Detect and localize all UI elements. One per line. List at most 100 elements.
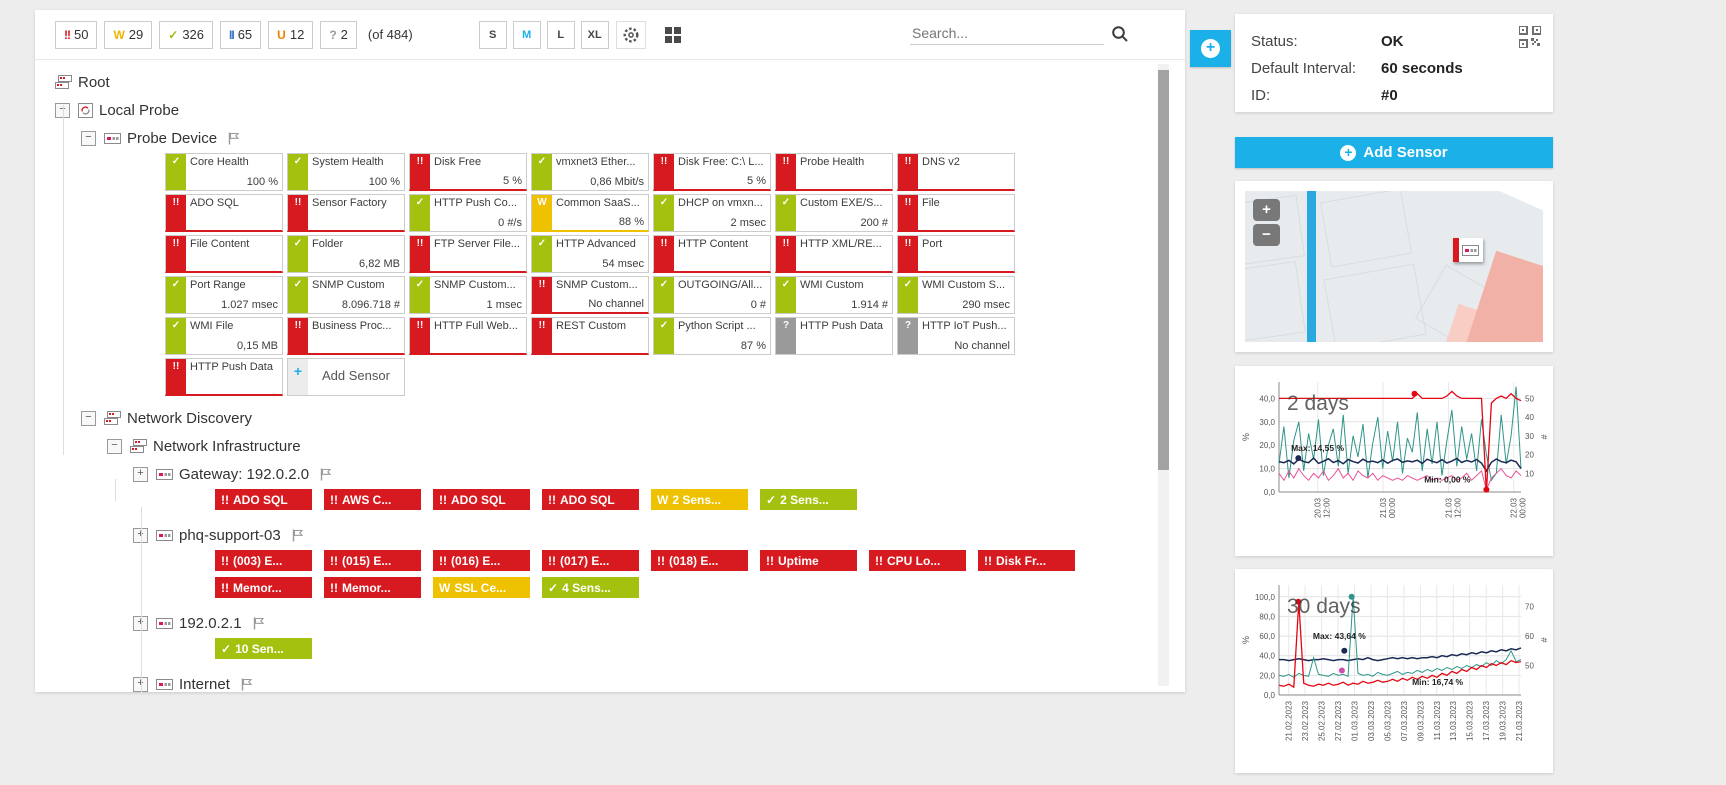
sensor-tile[interactable]: ✓WMI File0,15 MB	[165, 317, 283, 355]
map-device-marker[interactable]	[1453, 238, 1483, 262]
priority-flag-icon[interactable]	[319, 467, 333, 482]
sensor-tile[interactable]: ✓WMI Custom1.914 #	[775, 276, 893, 314]
geo-map[interactable]: + −	[1245, 191, 1543, 342]
sensor-tile[interactable]: ?HTTP Push Data	[775, 317, 893, 355]
size-button-xl[interactable]: XL	[581, 21, 609, 49]
view-grid-icon[interactable]	[665, 27, 681, 43]
sensor-chip[interactable]: ✓4 Sens...	[542, 577, 639, 598]
status-count-down[interactable]: !!50	[55, 21, 97, 49]
sensor-chip[interactable]: ✓10 Sen...	[215, 638, 312, 659]
settings-gear-button[interactable]	[616, 21, 646, 49]
sensor-chip[interactable]: W2 Sens...	[651, 489, 748, 510]
scrollbar-thumb[interactable]	[1158, 70, 1169, 470]
sensor-tile[interactable]: !!Probe Health	[775, 153, 893, 191]
priority-flag-icon[interactable]	[227, 131, 241, 146]
sensor-tile[interactable]: !!REST Custom	[531, 317, 649, 355]
add-sensor-tile[interactable]: +Add Sensor	[287, 358, 405, 396]
sensor-tile[interactable]: ✓Port Range1.027 msec	[165, 276, 283, 314]
sensor-tile[interactable]: !!HTTP Content	[653, 235, 771, 273]
tree-label[interactable]: Root	[78, 74, 110, 91]
floating-add-button[interactable]: +	[1190, 30, 1231, 67]
sensor-tile[interactable]: ✓Custom EXE/S...200 #	[775, 194, 893, 232]
sensor-tile[interactable]: ✓WMI Custom S...290 msec	[897, 276, 1015, 314]
tree-label[interactable]: Probe Device	[127, 130, 217, 147]
scrollbar[interactable]	[1158, 64, 1169, 686]
sensor-chip[interactable]: !!(016) E...	[433, 550, 530, 571]
tree-label[interactable]: Internet	[179, 676, 230, 693]
sensor-tile[interactable]: !!HTTP Push Data	[165, 358, 283, 396]
map-zoom-in-button[interactable]: +	[1253, 199, 1280, 221]
sensor-chip[interactable]: !!ADO SQL	[215, 489, 312, 510]
sensor-chip[interactable]: !!Memor...	[324, 577, 421, 598]
sensor-tile[interactable]: ✓SNMP Custom...1 msec	[409, 276, 527, 314]
status-count-unknown[interactable]: ?2	[320, 21, 357, 49]
collapse-toggle[interactable]: −	[107, 439, 122, 454]
search-input[interactable]	[910, 22, 1104, 45]
sensor-chip[interactable]: !!Disk Fr...	[978, 550, 1075, 571]
sensor-tile[interactable]: ?HTTP IoT Push...No channel	[897, 317, 1015, 355]
sensor-chip[interactable]: !!(018) E...	[651, 550, 748, 571]
sensor-tile[interactable]: !!Business Proc...	[287, 317, 405, 355]
sensor-chip[interactable]: WSSL Ce...	[433, 577, 530, 598]
sensor-tile[interactable]: ✓OUTGOING/All...0 #	[653, 276, 771, 314]
sensor-tile[interactable]: !!SNMP Custom...No channel	[531, 276, 649, 314]
status-count-unusual[interactable]: U12	[268, 21, 313, 49]
sensor-tile[interactable]: ✓HTTP Push Co...0 #/s	[409, 194, 527, 232]
search-icon[interactable]	[1110, 24, 1130, 44]
sensor-tile[interactable]: !!Port	[897, 235, 1015, 273]
priority-flag-icon[interactable]	[240, 677, 254, 692]
sensor-chip[interactable]: !!(017) E...	[542, 550, 639, 571]
tree-label[interactable]: Network Discovery	[127, 410, 252, 427]
sensor-tile[interactable]: !!Sensor Factory	[287, 194, 405, 232]
collapse-toggle[interactable]: −	[81, 131, 96, 146]
tree-label[interactable]: 192.0.2.1	[179, 615, 242, 632]
sensor-tile[interactable]: !!DNS v2	[897, 153, 1015, 191]
tree-label[interactable]: Local Probe	[99, 102, 179, 119]
sensor-chip[interactable]: !!Uptime	[760, 550, 857, 571]
sensor-tile[interactable]: !!FTP Server File...	[409, 235, 527, 273]
sensor-tile[interactable]: !!Disk Free: C:\ L...5 %	[653, 153, 771, 191]
expand-toggle[interactable]: +	[133, 467, 148, 482]
sensor-tile[interactable]: ✓SNMP Custom8.096.718 #	[287, 276, 405, 314]
status-count-warn[interactable]: W29	[104, 21, 152, 49]
sensor-chip[interactable]: !!CPU Lo...	[869, 550, 966, 571]
sensor-chip[interactable]: !!(003) E...	[215, 550, 312, 571]
priority-flag-icon[interactable]	[252, 616, 266, 631]
sensor-chip[interactable]: !!(015) E...	[324, 550, 421, 571]
qr-code-icon[interactable]	[1519, 26, 1541, 53]
size-button-m[interactable]: M	[513, 21, 541, 49]
size-button-s[interactable]: S	[479, 21, 507, 49]
graph-2-days[interactable]: 0,010,020,030,040,01020304050%#20.0312:0…	[1235, 366, 1553, 556]
sensor-tile[interactable]: !!File	[897, 194, 1015, 232]
tree-label[interactable]: Gateway: 192.0.2.0	[179, 466, 309, 483]
sensor-tile[interactable]: !!ADO SQL	[165, 194, 283, 232]
sensor-status-icon: !!	[330, 493, 338, 507]
status-count-up[interactable]: ✓326	[159, 21, 213, 49]
add-sensor-button[interactable]: + Add Sensor	[1235, 137, 1553, 168]
status-count-paused[interactable]: II65	[220, 21, 261, 49]
tree-label[interactable]: phq-support-03	[179, 527, 281, 544]
sensor-tile[interactable]: ✓vmxnet3 Ether...0,86 Mbit/s	[531, 153, 649, 191]
sensor-tile[interactable]: ✓Python Script ...87 %	[653, 317, 771, 355]
sensor-tile[interactable]: ✓Core Health100 %	[165, 153, 283, 191]
sensor-tile[interactable]: ✓HTTP Advanced54 msec	[531, 235, 649, 273]
tree-label[interactable]: Network Infrastructure	[153, 438, 301, 455]
sensor-chip[interactable]: !!ADO SQL	[542, 489, 639, 510]
priority-flag-icon[interactable]	[291, 528, 305, 543]
sensor-tile[interactable]: !!File Content	[165, 235, 283, 273]
sensor-tile[interactable]: !!HTTP XML/RE...	[775, 235, 893, 273]
sensor-chip[interactable]: ✓2 Sens...	[760, 489, 857, 510]
sensor-chip[interactable]: !!Memor...	[215, 577, 312, 598]
size-button-l[interactable]: L	[547, 21, 575, 49]
sensor-tile[interactable]: !!Disk Free5 %	[409, 153, 527, 191]
sensor-chip[interactable]: !!AWS C...	[324, 489, 421, 510]
sensor-tile[interactable]: ✓DHCP on vmxn...2 msec	[653, 194, 771, 232]
map-zoom-out-button[interactable]: −	[1253, 224, 1280, 246]
graph-30-days[interactable]: 0,020,040,060,080,0100,0506070%#21.02.20…	[1235, 569, 1553, 773]
sensor-tile[interactable]: WCommon SaaS...88 %	[531, 194, 649, 232]
sensor-tile[interactable]: ✓System Health100 %	[287, 153, 405, 191]
sensor-tile[interactable]: !!HTTP Full Web...	[409, 317, 527, 355]
sensor-tile[interactable]: ✓Folder6,82 MB	[287, 235, 405, 273]
sensor-chip[interactable]: !!ADO SQL	[433, 489, 530, 510]
collapse-toggle[interactable]: −	[81, 411, 96, 426]
